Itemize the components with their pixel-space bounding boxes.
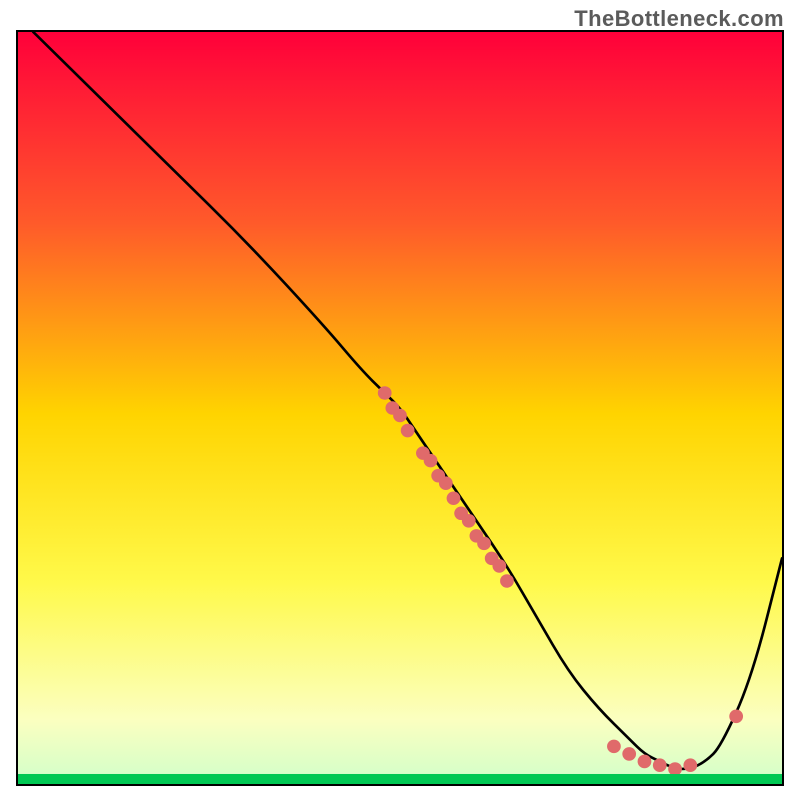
data-marker — [500, 574, 514, 588]
data-marker — [393, 409, 407, 423]
chart-wrapper: TheBottleneck.com — [0, 0, 800, 800]
data-marker — [424, 454, 438, 468]
data-marker — [447, 491, 461, 505]
bottleneck-curve — [33, 32, 782, 769]
data-marker — [401, 424, 415, 438]
data-marker — [729, 710, 743, 724]
attribution-label: TheBottleneck.com — [574, 6, 784, 32]
data-marker — [622, 747, 636, 761]
plot-area — [16, 30, 784, 786]
data-marker — [439, 476, 453, 490]
data-marker — [378, 386, 392, 400]
data-marker — [492, 559, 506, 573]
data-marker — [477, 537, 491, 551]
data-marker — [683, 758, 697, 772]
data-marker — [607, 740, 621, 754]
data-marker — [653, 758, 667, 772]
marker-group — [378, 386, 743, 776]
data-marker — [462, 514, 476, 528]
green-baseline — [18, 774, 782, 784]
data-marker — [638, 755, 652, 769]
curve-layer — [18, 32, 782, 784]
